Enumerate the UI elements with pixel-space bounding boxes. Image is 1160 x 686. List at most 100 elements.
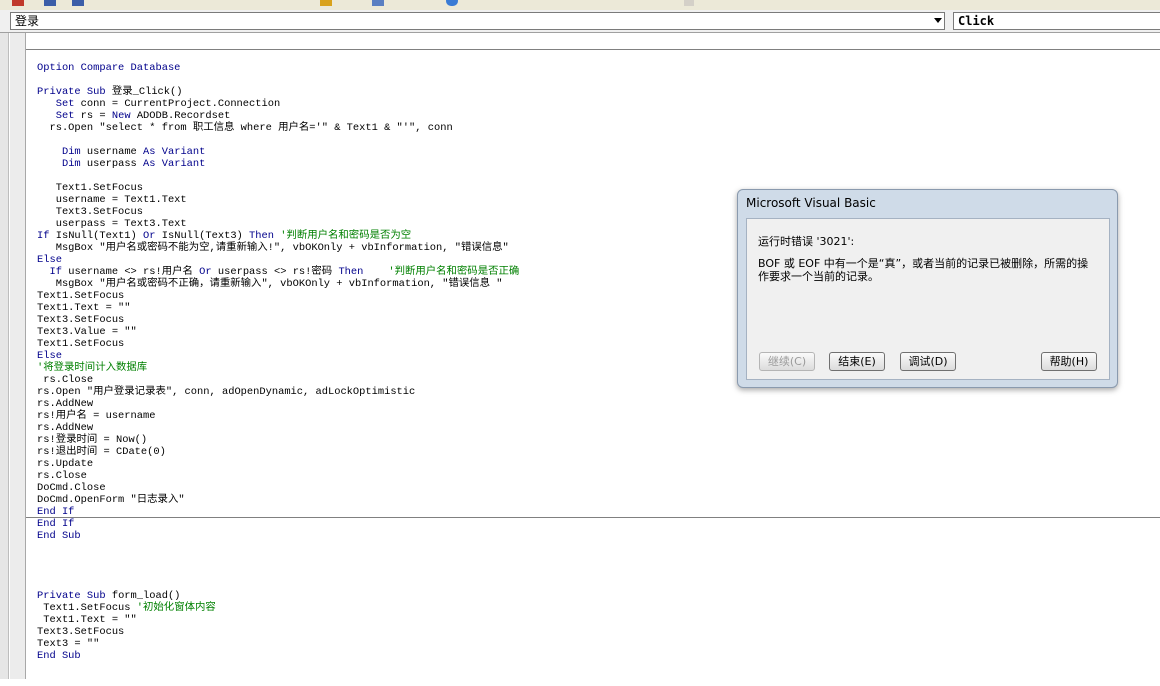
code-token: Text1.Text = "": [37, 302, 131, 314]
code-token: IsNull(Text1): [49, 230, 144, 242]
code-token: rs =: [74, 110, 112, 122]
toolbar-dropdown-arrow-icon[interactable]: [684, 0, 694, 6]
toolbar-icon[interactable]: [372, 0, 384, 6]
code-line[interactable]: rs!退出时间 = CDate(0): [37, 446, 1160, 458]
code-token: As Variant: [143, 146, 206, 158]
code-token: If: [49, 266, 62, 278]
code-line[interactable]: End Sub: [37, 530, 1160, 542]
code-token: ADODB.Recordset: [130, 110, 231, 122]
code-line[interactable]: [37, 74, 1160, 86]
code-token: DoCmd.OpenForm "日志录入": [37, 494, 185, 506]
procedure-combobox-value: Click: [958, 14, 995, 28]
code-token: Private Sub: [37, 590, 112, 602]
code-token: rs.AddNew: [37, 398, 94, 410]
code-line[interactable]: Text1.SetFocus '初始化窗体内容: [37, 602, 1160, 614]
code-token: Private Sub: [37, 86, 112, 98]
debug-button[interactable]: 调试(D): [900, 352, 956, 371]
code-line[interactable]: [37, 566, 1160, 578]
code-token: DoCmd.Close: [37, 482, 106, 494]
code-token: Then: [338, 266, 364, 278]
toolbar-icon[interactable]: [12, 0, 24, 6]
code-token: End If: [37, 518, 75, 530]
code-line[interactable]: [37, 134, 1160, 146]
code-token: 登录_Click(): [111, 86, 183, 98]
chevron-down-icon[interactable]: [934, 18, 942, 23]
code-line[interactable]: [37, 578, 1160, 590]
code-token: rs!退出时间 = CDate(0): [37, 446, 166, 458]
code-token: IsNull(Text3): [155, 230, 250, 242]
code-line[interactable]: Dim userpass As Variant: [37, 158, 1160, 170]
code-token: Set: [55, 110, 75, 122]
code-token: rs.Update: [37, 458, 94, 470]
code-token: rs.Open "select * from 职工信息 where 用户名='"…: [37, 122, 453, 134]
code-token: As Variant: [143, 158, 206, 170]
code-token: '将登录时间计入数据库: [37, 362, 148, 374]
code-line[interactable]: Option Compare Database: [37, 62, 1160, 74]
code-line[interactable]: rs.Close: [37, 470, 1160, 482]
code-line[interactable]: End If: [37, 518, 1160, 530]
code-token: End Sub: [37, 650, 81, 662]
code-token: '判断用户名和密码是否正确: [363, 266, 520, 278]
code-line[interactable]: Set conn = CurrentProject.Connection: [37, 98, 1160, 110]
dialog-title: Microsoft Visual Basic: [746, 196, 876, 210]
code-token: Text1.SetFocus: [37, 290, 125, 302]
code-token: Dim: [61, 158, 81, 170]
code-token: form_load(): [111, 590, 181, 602]
dialog-body: 运行时错误 '3021': BOF 或 EOF 中有一个是“真”，或者当前的记录…: [746, 218, 1110, 380]
code-line[interactable]: rs!登录时间 = Now(): [37, 434, 1160, 446]
code-token: Else: [37, 254, 62, 266]
code-line[interactable]: Text3.SetFocus: [37, 626, 1160, 638]
code-token: Then: [249, 230, 274, 242]
code-line[interactable]: DoCmd.OpenForm "日志录入": [37, 494, 1160, 506]
code-token: '判断用户名和密码是否为空: [273, 230, 412, 242]
code-line[interactable]: rs.AddNew: [37, 422, 1160, 434]
object-combobox-value: 登录: [15, 14, 40, 28]
code-token: Option Compare Database: [37, 62, 181, 74]
code-token: rs.Open "用户登录记录表", conn, adOpenDynamic, …: [37, 386, 416, 398]
code-token: rs.AddNew: [37, 422, 94, 434]
code-line[interactable]: Set rs = New ADODB.Recordset: [37, 110, 1160, 122]
code-token: Text3.SetFocus: [37, 314, 125, 326]
editor-margin: [0, 33, 9, 679]
code-token: Dim: [61, 146, 81, 158]
toolbar-icon[interactable]: [72, 0, 84, 6]
code-token: Text1.SetFocus: [37, 338, 125, 350]
code-line[interactable]: rs!用户名 = username: [37, 410, 1160, 422]
procedure-combobox[interactable]: Click: [953, 12, 1160, 30]
code-line[interactable]: End Sub: [37, 650, 1160, 662]
code-line[interactable]: Private Sub form_load(): [37, 590, 1160, 602]
code-line[interactable]: DoCmd.Close: [37, 482, 1160, 494]
code-block-form-load: Private Sub form_load() Text1.SetFocus '…: [37, 566, 1160, 662]
code-token: MsgBox "用户名或密码不正确，请重新输入", vbOKOnly + vbI…: [37, 278, 503, 290]
code-line[interactable]: Private Sub 登录_Click(): [37, 86, 1160, 98]
code-token: username <> rs!用户名: [61, 266, 200, 278]
indicator-gutter[interactable]: [10, 33, 26, 679]
code-token: rs.Close: [37, 470, 87, 482]
code-line[interactable]: Text3 = "": [37, 638, 1160, 650]
toolbar-icon[interactable]: [446, 0, 458, 6]
code-token: Text1.SetFocus: [37, 602, 137, 614]
object-combobox[interactable]: 登录: [10, 12, 945, 30]
code-line[interactable]: rs.AddNew: [37, 398, 1160, 410]
code-token: MsgBox "用户名或密码不能为空,请重新输入!", vbOKOnly + v…: [37, 242, 509, 254]
code-line[interactable]: Dim username As Variant: [37, 146, 1160, 158]
code-line[interactable]: Text1.Text = "": [37, 614, 1160, 626]
code-token: End Sub: [37, 530, 81, 542]
code-line[interactable]: rs.Update: [37, 458, 1160, 470]
code-line[interactable]: [37, 170, 1160, 182]
help-button[interactable]: 帮助(H): [1041, 352, 1097, 371]
continue-button[interactable]: 继续(C): [759, 352, 815, 371]
toolbar-icon[interactable]: [44, 0, 56, 6]
procedure-bar: 登录 Click: [0, 10, 1160, 33]
toolbar-icon[interactable]: [320, 0, 332, 6]
code-token: Text3.Value = "": [37, 326, 137, 338]
end-button[interactable]: 结束(E): [829, 352, 885, 371]
code-token: rs!用户名 = username: [37, 410, 156, 422]
code-token: Text1.SetFocus: [37, 182, 144, 194]
code-token: Text3.SetFocus: [37, 626, 125, 638]
code-line[interactable]: rs.Open "select * from 职工信息 where 用户名='"…: [37, 122, 1160, 134]
code-line[interactable]: End If: [37, 506, 1160, 518]
code-token: '初始化窗体内容: [136, 602, 216, 614]
